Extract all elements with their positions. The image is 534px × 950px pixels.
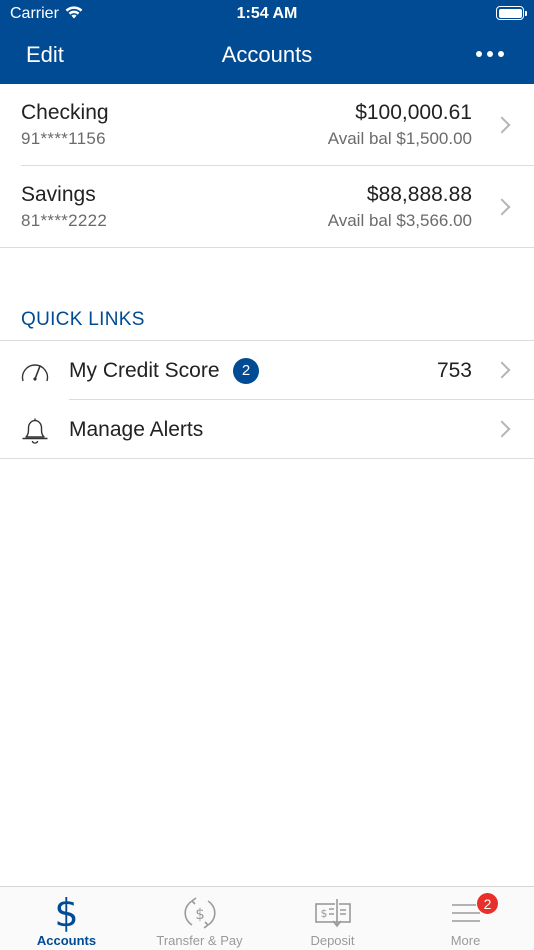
status-bar: Carrier 1:54 AM <box>0 0 534 28</box>
tab-label: Transfer & Pay <box>156 933 243 948</box>
credit-score-value: 753 <box>436 359 472 382</box>
transfer-icon: $ <box>133 893 266 933</box>
account-balance: $88,888.88 <box>366 183 472 206</box>
account-row-checking[interactable]: Checking 91****1156 $100,000.61 Avail ba… <box>0 84 534 166</box>
account-name: Checking <box>21 101 109 124</box>
tab-deposit[interactable]: $ Deposit <box>266 887 399 950</box>
notification-badge: 2 <box>233 358 259 384</box>
chevron-right-icon <box>493 361 511 379</box>
account-number: 81****2222 <box>21 211 108 230</box>
notification-badge: 2 <box>476 892 499 915</box>
tab-more[interactable]: 2 More <box>399 887 534 950</box>
edit-button[interactable]: Edit <box>26 42 64 68</box>
clock: 1:54 AM <box>236 5 298 22</box>
tab-accounts[interactable]: $ Accounts <box>0 887 133 950</box>
quick-link-manage-alerts[interactable]: Manage Alerts <box>0 400 534 458</box>
speedometer-icon <box>20 357 50 385</box>
available-balance: Avail bal $1,500.00 <box>327 129 472 148</box>
menu-icon <box>399 893 532 933</box>
chevron-right-icon <box>493 116 511 134</box>
tab-label: More <box>450 933 481 948</box>
quick-links-heading: QUICK LINKS <box>21 309 145 330</box>
divider <box>0 247 534 248</box>
account-balance: $100,000.61 <box>355 101 472 124</box>
account-number: 91****1156 <box>21 129 106 148</box>
ellipsis-icon[interactable] <box>476 50 504 58</box>
quick-link-credit-score[interactable]: My Credit Score 2 753 <box>0 341 534 399</box>
svg-text:$: $ <box>320 907 327 920</box>
tab-label: Accounts <box>36 933 97 948</box>
dollar-icon: $ <box>54 891 79 935</box>
chevron-right-icon <box>493 198 511 216</box>
account-row-savings[interactable]: Savings 81****2222 $88,888.88 Avail bal … <box>0 166 534 248</box>
check-deposit-icon: $ <box>266 893 399 933</box>
chevron-right-icon <box>493 420 511 438</box>
available-balance: Avail bal $3,566.00 <box>327 211 472 230</box>
tab-transfer-pay[interactable]: $ Transfer & Pay <box>133 887 266 950</box>
svg-text:$: $ <box>195 905 205 923</box>
quick-link-label: My Credit Score <box>69 359 220 382</box>
top-bar: Carrier 1:54 AM Edit Accounts <box>0 0 534 84</box>
divider <box>0 458 534 459</box>
bell-icon <box>20 416 50 444</box>
battery-icon <box>496 6 527 20</box>
page-title: Accounts <box>221 42 313 67</box>
account-name: Savings <box>21 183 96 206</box>
quick-link-label: Manage Alerts <box>69 418 204 441</box>
tab-bar: $ Accounts $ Transfer & Pay $ Deposit 2 … <box>0 886 534 950</box>
tab-label: Deposit <box>310 933 355 948</box>
